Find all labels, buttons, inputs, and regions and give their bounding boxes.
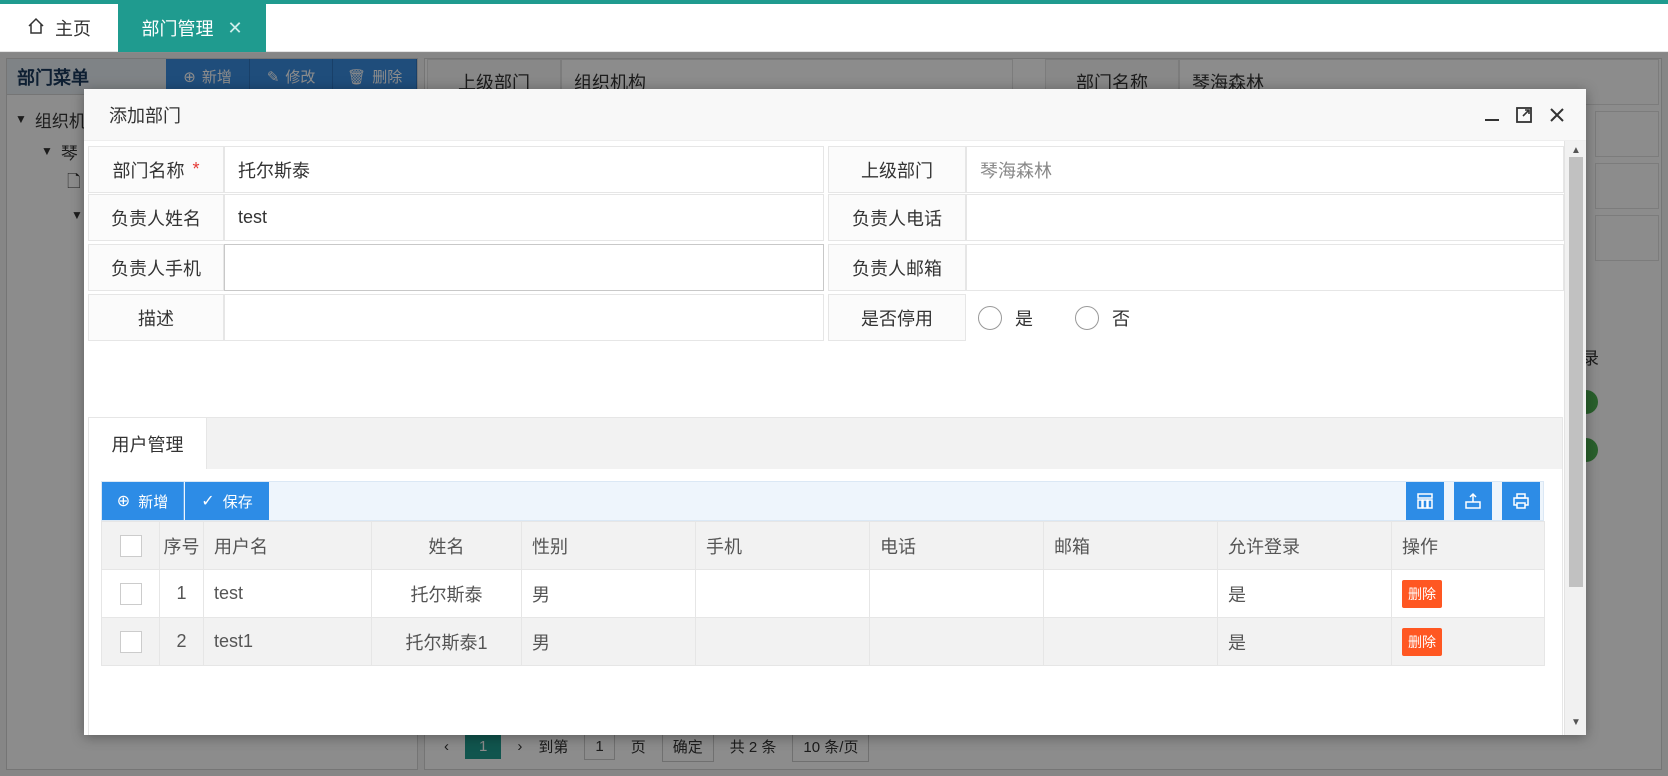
col-mobile: 手机 xyxy=(695,521,870,570)
manager-email-input[interactable] xyxy=(980,245,1563,290)
close-icon[interactable] xyxy=(1541,89,1573,141)
export-icon[interactable] xyxy=(1454,482,1492,520)
cell-email[interactable] xyxy=(1043,569,1218,618)
plus-circle-icon: ⊕ xyxy=(116,493,131,510)
description-label: 描述 xyxy=(88,294,224,341)
tab-dept-management[interactable]: 部门管理 ✕ xyxy=(118,4,266,52)
cell-gender[interactable]: 男 xyxy=(521,569,696,618)
row-checkbox[interactable] xyxy=(119,630,142,653)
table-row: 2 test1 托尔斯泰1 男 是 删除 xyxy=(101,617,1545,666)
cell-index: 2 xyxy=(159,617,204,666)
user-save-label: 保存 xyxy=(222,493,253,511)
user-table: 序号 用户名 姓名 性别 手机 电话 邮箱 允许登录 操作 1 test 托尔斯… xyxy=(101,521,1545,666)
dept-name-label-text: 部门名称 xyxy=(112,160,185,181)
cell-name[interactable]: 托尔斯泰 xyxy=(371,569,522,618)
radio-no[interactable] xyxy=(1075,305,1099,330)
tab-dept-management-label: 部门管理 xyxy=(141,19,214,39)
user-add-label: 新增 xyxy=(138,493,169,511)
minimize-icon[interactable] xyxy=(1476,89,1508,141)
description-field[interactable] xyxy=(224,294,824,341)
user-grid-panel: ⊕ 新增 ✓ 保存 序号 用户名 姓名 性别 手机 电话 邮箱 允许登录 操作 … xyxy=(88,469,1563,735)
select-all-cell xyxy=(101,521,160,570)
manager-name-field[interactable] xyxy=(224,194,824,241)
manager-email-label: 负责人邮箱 xyxy=(828,244,966,291)
cell-phone[interactable] xyxy=(869,617,1044,666)
cell-username[interactable]: test xyxy=(203,569,372,618)
cell-phone[interactable] xyxy=(869,569,1044,618)
required-marker: * xyxy=(192,159,200,179)
manager-mobile-input[interactable] xyxy=(238,245,823,290)
cell-name[interactable]: 托尔斯泰1 xyxy=(371,617,522,666)
cell-action: 删除 xyxy=(1391,569,1545,618)
manager-name-label: 负责人姓名 xyxy=(88,194,224,241)
col-username: 用户名 xyxy=(203,521,372,570)
cell-gender[interactable]: 男 xyxy=(521,617,696,666)
dialog-header: 添加部门 xyxy=(84,89,1586,141)
radio-yes-label[interactable]: 是 xyxy=(1015,305,1033,331)
tab-home-label: 主页 xyxy=(55,19,91,39)
tab-home[interactable]: 主页 xyxy=(0,4,118,52)
col-index: 序号 xyxy=(159,521,204,570)
user-save-button[interactable]: ✓ 保存 xyxy=(185,482,269,520)
cell-mobile[interactable] xyxy=(695,617,870,666)
manager-phone-input[interactable] xyxy=(980,195,1563,240)
home-icon xyxy=(27,17,45,40)
cell-login[interactable]: 是 xyxy=(1217,617,1392,666)
row-select-cell xyxy=(101,617,160,666)
dept-name-input[interactable] xyxy=(238,147,823,192)
row-select-cell xyxy=(101,569,160,618)
table-header-row: 序号 用户名 姓名 性别 手机 电话 邮箱 允许登录 操作 xyxy=(101,521,1545,570)
radio-no-label[interactable]: 否 xyxy=(1112,305,1130,331)
dept-name-label: 部门名称 * xyxy=(88,146,224,193)
col-login: 允许登录 xyxy=(1217,521,1392,570)
dialog-scrollbar[interactable]: ▲ ▼ xyxy=(1564,141,1586,735)
manager-mobile-field[interactable] xyxy=(224,244,824,291)
cell-index: 1 xyxy=(159,569,204,618)
table-row: 1 test 托尔斯泰 男 是 删除 xyxy=(101,569,1545,618)
parent-dept-value: 琴海森林 xyxy=(966,146,1564,193)
cell-action: 删除 xyxy=(1391,617,1545,666)
manager-name-input[interactable] xyxy=(238,195,823,240)
parent-dept-label: 上级部门 xyxy=(828,146,966,193)
row-delete-button[interactable]: 删除 xyxy=(1402,627,1442,656)
disabled-label: 是否停用 xyxy=(828,294,966,341)
tab-bar: 主页 部门管理 ✕ xyxy=(0,4,1668,52)
check-icon: ✓ xyxy=(201,493,215,510)
disabled-radio-group: 是 否 xyxy=(966,294,1564,341)
print-icon[interactable] xyxy=(1502,482,1540,520)
radio-yes[interactable] xyxy=(978,305,1002,330)
manager-mobile-label: 负责人手机 xyxy=(88,244,224,291)
user-grid-toolbar: ⊕ 新增 ✓ 保存 xyxy=(101,481,1544,521)
manager-email-field[interactable] xyxy=(966,244,1564,291)
cell-username[interactable]: test1 xyxy=(203,617,372,666)
manager-phone-label: 负责人电话 xyxy=(828,194,966,241)
dept-name-field[interactable] xyxy=(224,146,824,193)
add-dept-dialog: 添加部门 部门名称 * 上级部门 琴海森林 负责人姓名 xyxy=(84,89,1586,735)
row-delete-button[interactable]: 删除 xyxy=(1402,579,1442,608)
scroll-down-icon[interactable]: ▼ xyxy=(1565,717,1586,728)
col-email: 邮箱 xyxy=(1043,521,1218,570)
cell-login[interactable]: 是 xyxy=(1217,569,1392,618)
select-all-checkbox[interactable] xyxy=(119,534,142,557)
scroll-thumb[interactable] xyxy=(1569,157,1583,587)
col-action: 操作 xyxy=(1391,521,1545,570)
columns-icon[interactable] xyxy=(1406,482,1444,520)
dialog-title: 添加部门 xyxy=(109,105,181,126)
col-phone: 电话 xyxy=(869,521,1044,570)
close-icon[interactable]: ✕ xyxy=(227,18,242,39)
dialog-body: 部门名称* 上级部门 琴海森林 负责人姓名 负责人电话 负责人手机 负 xyxy=(84,141,1564,735)
tab-user-management[interactable]: 用户管理 xyxy=(89,418,207,470)
col-name: 姓名 xyxy=(371,521,522,570)
description-input[interactable] xyxy=(238,295,823,340)
maximize-icon[interactable] xyxy=(1508,89,1540,141)
cell-email[interactable] xyxy=(1043,617,1218,666)
cell-mobile[interactable] xyxy=(695,569,870,618)
col-gender: 性别 xyxy=(521,521,696,570)
user-tabs: 用户管理 xyxy=(88,417,1563,470)
row-checkbox[interactable] xyxy=(119,582,142,605)
manager-phone-field[interactable] xyxy=(966,194,1564,241)
scroll-up-icon[interactable]: ▲ xyxy=(1565,145,1586,156)
user-add-button[interactable]: ⊕ 新增 xyxy=(102,482,184,520)
